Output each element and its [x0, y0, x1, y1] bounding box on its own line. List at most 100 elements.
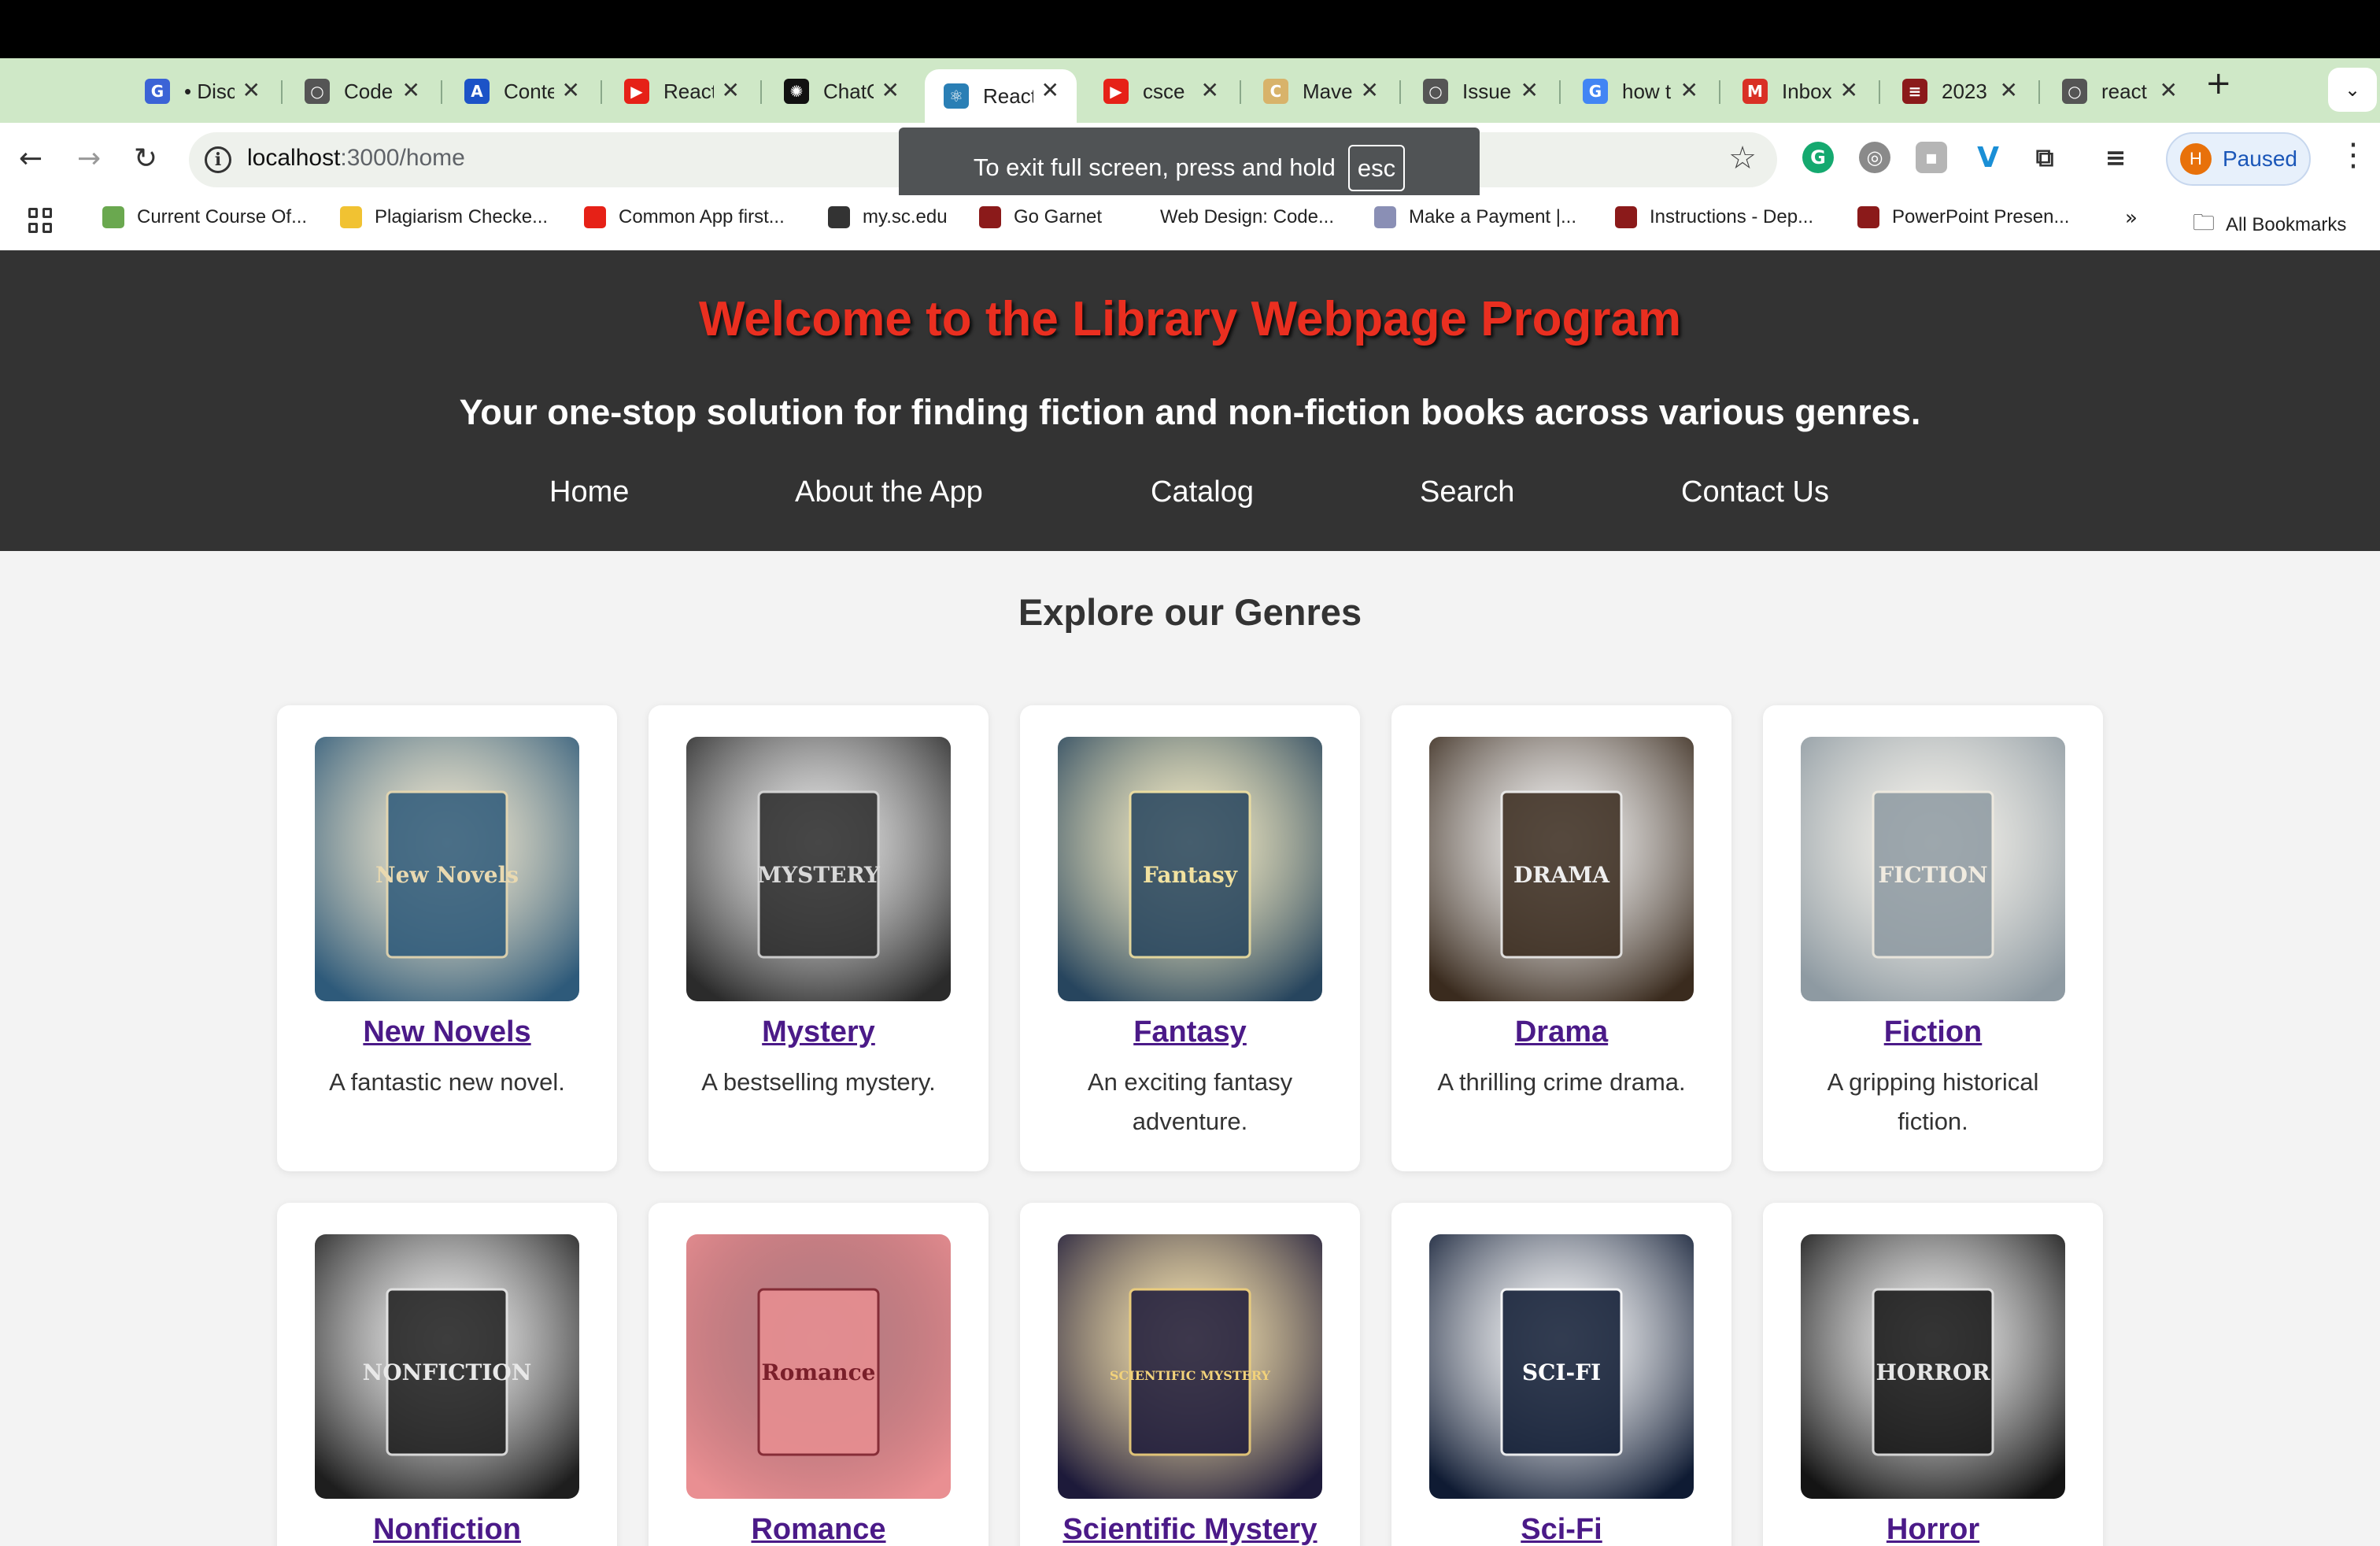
tab-strip: + ⌄ G• Disc✕○Code✕AConte✕▶React✕✺ChatG✕⚛…: [0, 58, 2380, 123]
browser-tab[interactable]: ○ react ✕: [2043, 69, 2195, 113]
bookmark-item[interactable]: Instructions - Dep...: [1615, 206, 1813, 228]
genre-cover-image[interactable]: NONFICTION: [315, 1234, 579, 1499]
genre-cover-image[interactable]: HORROR: [1801, 1234, 2065, 1499]
reload-icon[interactable]: ↻: [134, 140, 157, 178]
cover-title: Romance: [762, 1359, 876, 1385]
genre-link[interactable]: Sci-Fi: [1391, 1513, 1731, 1546]
chat-bubble-icon: [340, 206, 362, 228]
genre-link[interactable]: Drama: [1391, 1015, 1731, 1049]
bookmark-item[interactable]: Current Course Of...: [102, 206, 307, 228]
browser-tab[interactable]: ○ Code ✕: [286, 69, 438, 113]
close-tab-icon[interactable]: ✕: [242, 77, 261, 103]
bookmark-star-icon[interactable]: ☆: [1728, 140, 1757, 176]
genre-cover-image[interactable]: Fantasy: [1058, 737, 1322, 1001]
browser-tab[interactable]: C Mave ✕: [1244, 69, 1396, 113]
tab-separator: [281, 80, 283, 104]
extensions-puzzle-icon[interactable]: ⧉: [2029, 142, 2060, 173]
close-tab-icon[interactable]: ✕: [562, 77, 580, 103]
genre-link[interactable]: Nonfiction: [277, 1513, 617, 1546]
browser-tab[interactable]: M Inbox ✕: [1724, 69, 1876, 113]
genre-cover-image[interactable]: New Novels: [315, 737, 579, 1001]
bookmark-label: Make a Payment |...: [1409, 206, 1576, 227]
close-tab-icon[interactable]: ✕: [1201, 77, 1219, 103]
genre-cover-image[interactable]: Romance: [686, 1234, 951, 1499]
tab-label: csce: [1143, 79, 1185, 103]
close-tab-icon[interactable]: ✕: [722, 77, 740, 103]
more-bookmarks-button[interactable]: »: [2125, 206, 2138, 230]
genre-cover-image[interactable]: SCI-FI: [1429, 1234, 1694, 1499]
genre-cover-image[interactable]: FICTION: [1801, 737, 2065, 1001]
close-tab-icon[interactable]: ✕: [402, 77, 420, 103]
apps-grid-icon[interactable]: [28, 208, 54, 233]
github-icon: ○: [1423, 79, 1448, 104]
genre-link[interactable]: Horror: [1763, 1513, 2103, 1546]
genre-link[interactable]: Mystery: [649, 1015, 989, 1049]
forward-arrow-icon[interactable]: →: [77, 140, 101, 178]
browser-tab[interactable]: ▶ React ✕: [605, 69, 757, 113]
genre-card: Fantasy Fantasy An exciting fantasy advent…: [1020, 705, 1360, 1171]
genre-description: A thrilling crime drama.: [1437, 1068, 1686, 1096]
bookmark-item[interactable]: Plagiarism Checke...: [340, 206, 548, 228]
cover-title: Fantasy: [1143, 862, 1238, 888]
browser-tab[interactable]: A Conte ✕: [445, 69, 597, 113]
nav-home[interactable]: Home: [549, 475, 629, 509]
browser-menu-icon[interactable]: ⋮: [2338, 137, 2369, 173]
profile-button[interactable]: H Paused: [2166, 132, 2311, 186]
browser-tab[interactable]: ✺ ChatG ✕: [765, 69, 917, 113]
cover-title: MYSTERY: [757, 862, 881, 888]
close-tab-icon[interactable]: ✕: [881, 77, 900, 103]
bookmark-item[interactable]: Web Design: Code...: [1160, 206, 1334, 228]
grammarly-extension-icon[interactable]: G: [1802, 142, 1834, 173]
genre-cover-image[interactable]: MYSTERY: [686, 737, 951, 1001]
bookmark-item[interactable]: PowerPoint Presen...: [1857, 206, 2069, 228]
close-tab-icon[interactable]: ✕: [1361, 77, 1379, 103]
close-tab-icon[interactable]: ✕: [1521, 77, 1539, 103]
bookmark-item[interactable]: Common App first...: [584, 206, 785, 228]
nav-contact[interactable]: Contact Us: [1681, 475, 1829, 509]
screen-top-bar: [0, 0, 2380, 58]
close-tab-icon[interactable]: ✕: [1680, 77, 1698, 103]
site-info-icon[interactable]: i: [205, 146, 231, 173]
tab-search-button[interactable]: ⌄: [2328, 68, 2377, 112]
browser-tab[interactable]: Ghow t ✕: [1564, 69, 1716, 113]
fullscreen-hint-text: To exit full screen, press and hold: [973, 153, 1336, 181]
close-tab-icon[interactable]: ✕: [2160, 77, 2178, 103]
extension-square-icon[interactable]: ▪: [1916, 142, 1947, 173]
close-tab-icon[interactable]: ✕: [2000, 77, 2018, 103]
tab-separator: [1879, 80, 1880, 104]
browser-tab[interactable]: G • Disc ✕: [126, 69, 278, 113]
close-tab-icon[interactable]: ✕: [1840, 77, 1858, 103]
nav-catalog[interactable]: Catalog: [1151, 475, 1254, 509]
media-controls-icon[interactable]: ≡: [2100, 142, 2131, 173]
maven-icon: C: [1263, 79, 1288, 104]
payment-icon: [1374, 206, 1396, 228]
nav-about[interactable]: About the App: [795, 475, 983, 509]
genre-link[interactable]: Romance: [649, 1513, 989, 1546]
extension-circle-icon[interactable]: ◎: [1859, 142, 1890, 173]
bookmark-label: Instructions - Dep...: [1650, 206, 1814, 227]
genre-cover-image[interactable]: DRAMA: [1429, 737, 1694, 1001]
genre-link[interactable]: New Novels: [277, 1015, 617, 1049]
cover-title: New Novels: [375, 862, 519, 888]
bookmark-item[interactable]: my.sc.edu: [828, 206, 948, 228]
bookmark-item[interactable]: Make a Payment |...: [1374, 206, 1576, 228]
new-tab-button[interactable]: +: [2205, 68, 2232, 99]
genres-section-title: Explore our Genres: [1018, 591, 1362, 633]
url-text[interactable]: localhost:3000/home: [247, 145, 465, 172]
browser-tab[interactable]: ○ Issue ✕: [1404, 69, 1556, 113]
nav-search[interactable]: Search: [1420, 475, 1514, 509]
close-tab-icon[interactable]: ✕: [1041, 77, 1059, 103]
avatar: H: [2180, 143, 2212, 175]
browser-tab[interactable]: ▶ csce ✕: [1085, 69, 1236, 113]
genre-link[interactable]: Fiction: [1763, 1015, 2103, 1049]
back-arrow-icon[interactable]: ←: [19, 140, 42, 178]
genre-link[interactable]: Fantasy: [1020, 1015, 1360, 1049]
all-bookmarks-button[interactable]: 🗀 All Bookmarks: [2193, 206, 2346, 244]
browser-tab[interactable]: ⚛ React ✕: [925, 69, 1077, 123]
vimeo-extension-icon[interactable]: V: [1972, 142, 2004, 174]
bookmark-item[interactable]: Go Garnet: [979, 206, 1102, 228]
browser-tab[interactable]: ≡ 2023 ✕: [1883, 69, 2035, 113]
genre-cover-image[interactable]: SCIENTIFIC MYSTERY: [1058, 1234, 1322, 1499]
youtube-icon: [584, 206, 606, 228]
genre-link[interactable]: Scientific Mystery: [1020, 1513, 1360, 1546]
